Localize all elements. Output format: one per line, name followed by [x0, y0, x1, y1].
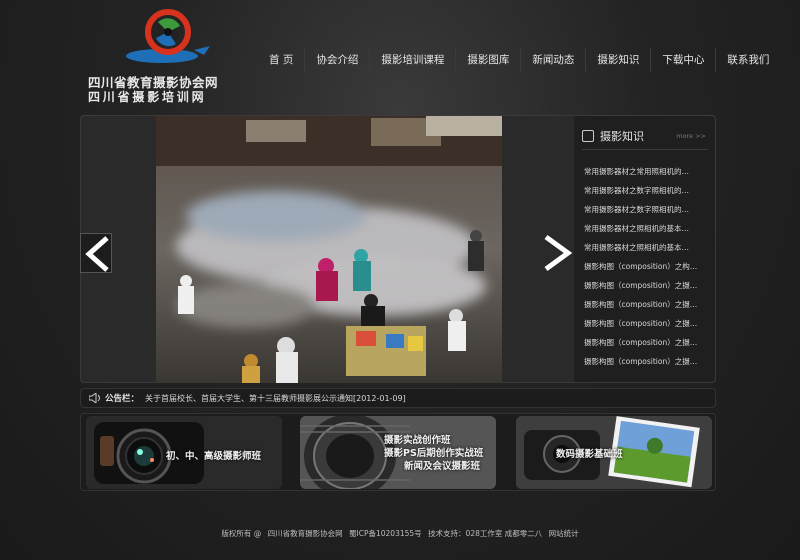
- copyright-text: 版权所有 @: [221, 529, 262, 538]
- footer-site-link[interactable]: 四川省教育摄影协会网: [268, 529, 343, 538]
- nav-knowledge[interactable]: 摄影知识: [586, 48, 652, 72]
- list-item[interactable]: 常用摄影器材之照相机的基本…: [584, 223, 710, 242]
- knowledge-panel: 摄影知识 more >> 常用摄影器材之常用照相机的… 常用摄影器材之数字照相机…: [574, 116, 715, 382]
- nav-home[interactable]: 首 页: [258, 48, 306, 72]
- knowledge-panel-title: 摄影知识: [600, 130, 644, 143]
- footer: 版权所有 @ 四川省教育摄影协会网 蜀ICP备10203155号 技术支持：02…: [0, 528, 800, 539]
- course-card-line-3: 新闻及会议摄影班: [404, 461, 481, 472]
- nav-contact[interactable]: 联系我们: [716, 48, 780, 72]
- course-card-line-1: 摄影实战创作班: [384, 435, 451, 446]
- nav-about[interactable]: 协会介绍: [305, 48, 371, 72]
- list-item[interactable]: 常用摄影器材之数字照相机的…: [584, 204, 710, 223]
- notice-bar: 公告栏： 关于首届校长、首届大学生、第十三届教师摄影展公示通知[2012-01-…: [80, 388, 716, 408]
- list-item[interactable]: 常用摄影器材之照相机的基本…: [584, 242, 710, 261]
- chevron-left-icon: [85, 236, 109, 272]
- article-icon: [582, 130, 594, 142]
- more-link[interactable]: more >>: [676, 132, 706, 140]
- notice-label: 公告栏：: [105, 394, 140, 404]
- course-card-title: 初、中、高级摄影师班: [166, 451, 262, 462]
- slideshow-photo[interactable]: [156, 116, 502, 383]
- nav-courses[interactable]: 摄影培训课程: [370, 48, 457, 72]
- nav-gallery[interactable]: 摄影图库: [456, 48, 522, 72]
- notice-text[interactable]: 关于首届校长、首届大学生、第十三届教师摄影展公示通知[2012-01-09]: [145, 393, 406, 404]
- camera-lens-logo-icon: [126, 9, 210, 63]
- knowledge-list: 常用摄影器材之常用照相机的… 常用摄影器材之数字照相机的… 常用摄影器材之数字照…: [584, 166, 710, 375]
- list-item[interactable]: 常用摄影器材之常用照相机的…: [584, 166, 710, 185]
- list-item[interactable]: 摄影构图（composition）之摄…: [584, 318, 710, 337]
- main-nav: 首 页 协会介绍 摄影培训课程 摄影图库 新闻动态 摄影知识 下载中心 联系我们: [258, 48, 780, 72]
- market-crowd-photo: [156, 116, 502, 383]
- list-item[interactable]: 摄影构图（composition）之摄…: [584, 356, 710, 375]
- tech-support-text: 技术支持：028工作室 成都零二八: [428, 529, 543, 538]
- course-card-title: 数码摄影基础班: [556, 449, 623, 460]
- course-card-line-2: 摄影PS后期创作实战班: [384, 448, 484, 459]
- site-stats-link[interactable]: 网站统计: [549, 529, 579, 538]
- course-card-digital[interactable]: 数码摄影基础班: [516, 416, 712, 489]
- next-slide-button[interactable]: [540, 233, 576, 273]
- icp-number[interactable]: 蜀ICP备10203155号: [349, 529, 422, 538]
- list-item[interactable]: 摄影构图（composition）之构…: [584, 261, 710, 280]
- knowledge-panel-header: 摄影知识 more >>: [582, 128, 708, 150]
- list-item[interactable]: 摄影构图（composition）之摄…: [584, 299, 710, 318]
- list-item[interactable]: 摄影构图（composition）之摄…: [584, 337, 710, 356]
- logo-subtitle: 四川省摄影培训网: [88, 90, 207, 104]
- site-logo[interactable]: 四川省教育摄影协会网 四川省摄影培训网: [88, 8, 238, 104]
- prev-slide-button[interactable]: [80, 233, 112, 273]
- list-item[interactable]: 常用摄影器材之数字照相机的…: [584, 185, 710, 204]
- list-item[interactable]: 摄影构图（composition）之摄…: [584, 280, 710, 299]
- chevron-right-icon: [544, 234, 573, 272]
- nav-downloads[interactable]: 下载中心: [651, 48, 717, 72]
- course-card-creative[interactable]: 摄影实战创作班 摄影PS后期创作实战班 新闻及会议摄影班: [300, 416, 496, 489]
- course-card-photographer[interactable]: 初、中、高级摄影师班: [86, 416, 282, 489]
- nav-news[interactable]: 新闻动态: [521, 48, 587, 72]
- speaker-icon: [89, 393, 100, 403]
